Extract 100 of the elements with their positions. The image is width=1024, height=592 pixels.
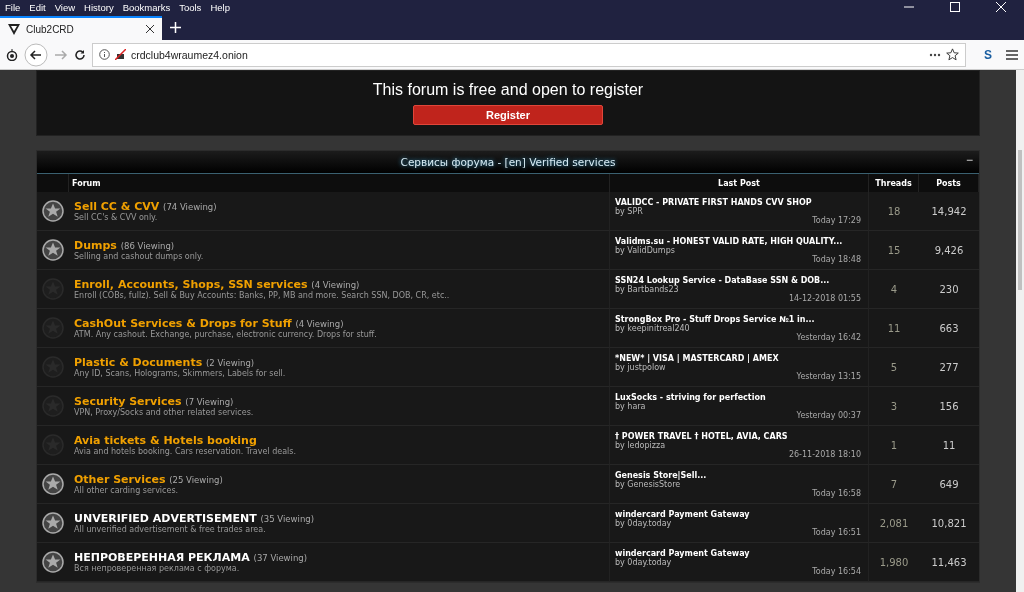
- forum-description: ATM. Any cashout. Exchange, purchase, electronic currency. Drops for stuff.: [74, 330, 377, 339]
- viewing-count: (37 Viewing): [253, 553, 308, 563]
- forum-title[interactable]: UNVERIFIED ADVERTISEMENT: [74, 512, 257, 525]
- last-post-author[interactable]: by Bartbands23: [615, 284, 863, 294]
- threads-count: 1,980: [879, 556, 909, 568]
- last-post-title[interactable]: windercard Payment Gateway: [615, 509, 863, 519]
- forum-title[interactable]: Plastic & Documents: [74, 356, 203, 369]
- forum-title[interactable]: НЕПРОВЕРЕННАЯ РЕКЛАМА: [74, 551, 250, 564]
- forum-title[interactable]: Other Services: [74, 473, 166, 486]
- viewing-count: (2 Viewing): [206, 358, 255, 368]
- forum-title[interactable]: Avia tickets & Hotels booking: [74, 434, 257, 447]
- last-post-title[interactable]: Validms.su - HONEST VALID RATE, HIGH QUALITY...: [615, 236, 863, 246]
- forum-title[interactable]: Sell CC & CVV: [74, 200, 160, 213]
- collapse-button[interactable]: −: [966, 153, 973, 167]
- last-post-time: 26-11-2018 18:10: [788, 449, 861, 459]
- back-button[interactable]: [24, 42, 48, 67]
- reload-icon[interactable]: [74, 48, 86, 61]
- posts-count: 9,426: [934, 244, 964, 256]
- last-post-author[interactable]: by ledopizza: [615, 440, 863, 450]
- threads-count: 15: [887, 244, 901, 256]
- tab-title: Club2CRD: [26, 23, 75, 35]
- forum-description: All unverified advertisement & free trades area.: [74, 525, 266, 534]
- last-post-time: Yesterday 13:15: [796, 371, 861, 381]
- menu-item[interactable]: View: [54, 1, 76, 13]
- viewing-count: (25 Viewing): [169, 475, 223, 485]
- viewing-count: (4 Viewing): [311, 280, 360, 290]
- column-header: Last Post: [717, 178, 761, 188]
- last-post-title[interactable]: SSN24 Lookup Service - DataBase SSN & DOB...: [615, 275, 863, 285]
- last-post-time: Today 16:54: [812, 566, 861, 576]
- menu-item[interactable]: Help: [210, 1, 230, 13]
- last-post-title[interactable]: LuxSocks - striving for perfection: [615, 392, 863, 402]
- forum-description: Any ID, Scans, Holograms, Skimmers, Labels for sell.: [74, 369, 286, 378]
- last-post-author[interactable]: by GenesisStore: [615, 479, 863, 489]
- posts-count: 11: [942, 439, 956, 451]
- viewing-count: (35 Viewing): [260, 514, 314, 524]
- forum-title[interactable]: Dumps: [74, 239, 117, 252]
- last-post-time: Yesterday 16:42: [796, 332, 861, 342]
- scrollbar[interactable]: [1016, 70, 1024, 592]
- address-bar[interactable]: crdclub4wraumez4.onion: [92, 42, 966, 67]
- forum-description: Sell CC's & CVV only.: [74, 213, 158, 222]
- forum-description: Вся непроверенная реклама с форума.: [74, 564, 240, 573]
- last-post-author[interactable]: by justpolow: [615, 362, 863, 372]
- forum-description: All other carding services.: [74, 486, 179, 495]
- last-post-time: Yesterday 00:37: [796, 410, 861, 420]
- forum-title[interactable]: Security Services: [74, 395, 182, 408]
- threads-count: 4: [890, 283, 898, 295]
- threads-count: 5: [890, 361, 898, 373]
- last-post-title[interactable]: *NEW* | VISA | MASTERCARD | AMEX: [615, 353, 863, 363]
- posts-count: 10,821: [931, 517, 967, 529]
- posts-count: 277: [939, 361, 959, 373]
- viewing-count: (86 Viewing): [120, 241, 175, 251]
- viewing-count: (4 Viewing): [295, 319, 344, 329]
- posts-count: 156: [939, 400, 959, 412]
- posts-count: 649: [939, 478, 959, 490]
- last-post-title[interactable]: StrongBox Pro - Stuff Drops Service №1 in...: [615, 314, 863, 324]
- last-post-time: 14-12-2018 01:55: [788, 293, 861, 303]
- last-post-author[interactable]: by 0day.today: [615, 518, 863, 528]
- last-post-author[interactable]: by 0day.today: [615, 557, 863, 567]
- last-post-title[interactable]: VALIDCC - PRIVATE FIRST HANDS CVV SHOP: [615, 197, 863, 207]
- plus-icon[interactable]: [170, 22, 181, 33]
- menu-item[interactable]: File: [5, 1, 21, 13]
- threads-count: 3: [890, 400, 898, 412]
- column-header: Forum: [71, 178, 102, 188]
- info-icon: [99, 49, 110, 60]
- last-post-author[interactable]: by SPR: [615, 206, 863, 216]
- extension-button[interactable]: S: [976, 47, 1000, 62]
- last-post-time: Today 18:48: [812, 254, 861, 264]
- viewing-count: (7 Viewing): [185, 397, 234, 407]
- last-post-time: Today 16:51: [812, 527, 861, 537]
- last-post-title[interactable]: † POWER TRAVEL † HOTEL, AVIA, CARS: [615, 431, 863, 441]
- star-icon[interactable]: [946, 48, 959, 61]
- threads-count: 18: [887, 205, 901, 217]
- last-post-title[interactable]: windercard Payment Gateway: [615, 548, 863, 558]
- last-post-author[interactable]: by keepinitreal240: [615, 323, 863, 333]
- last-post-author[interactable]: by ValidDumps: [615, 245, 863, 255]
- menu-item[interactable]: History: [84, 1, 114, 13]
- threads-count: 2,081: [879, 517, 909, 529]
- menu-icon[interactable]: [1006, 49, 1018, 60]
- forum-description: Avia and hotels booking. Cars reservation. Travel deals.: [74, 447, 297, 456]
- threads-count: 7: [890, 478, 898, 490]
- register-button[interactable]: Register: [413, 105, 603, 125]
- menu-item[interactable]: Edit: [29, 1, 46, 13]
- menu-item[interactable]: Bookmarks: [122, 1, 171, 13]
- forum-title[interactable]: CashOut Services & Drops for Stuff: [74, 317, 292, 330]
- forum-title[interactable]: Enroll, Accounts, Shops, SSN services: [74, 278, 308, 291]
- notice-text: This forum is free and open to register: [372, 81, 644, 99]
- browser-tab[interactable]: Club2CRD: [0, 16, 162, 40]
- menu-item[interactable]: Tools: [179, 1, 202, 13]
- forum-description: Selling and cashout dumps only.: [74, 252, 204, 261]
- forum-description: Enroll (COBs, fullz). Sell & Buy Accounts: Banks, PP, MB and more. Search SSN, DOB, CR, etc..: [74, 291, 450, 300]
- last-post-time: Today 16:58: [812, 488, 861, 498]
- last-post-time: Today 17:29: [812, 215, 861, 225]
- last-post-author[interactable]: by hara: [615, 401, 863, 411]
- viewing-count: (74 Viewing): [163, 202, 217, 212]
- close-icon[interactable]: [146, 25, 154, 33]
- posts-count: 14,942: [931, 205, 967, 217]
- last-post-title[interactable]: Genesis Store|Sell...: [615, 470, 863, 480]
- more-icon[interactable]: [929, 52, 941, 57]
- column-header: Posts: [935, 178, 962, 188]
- url-text: crdclub4wraumez4.onion: [131, 48, 249, 61]
